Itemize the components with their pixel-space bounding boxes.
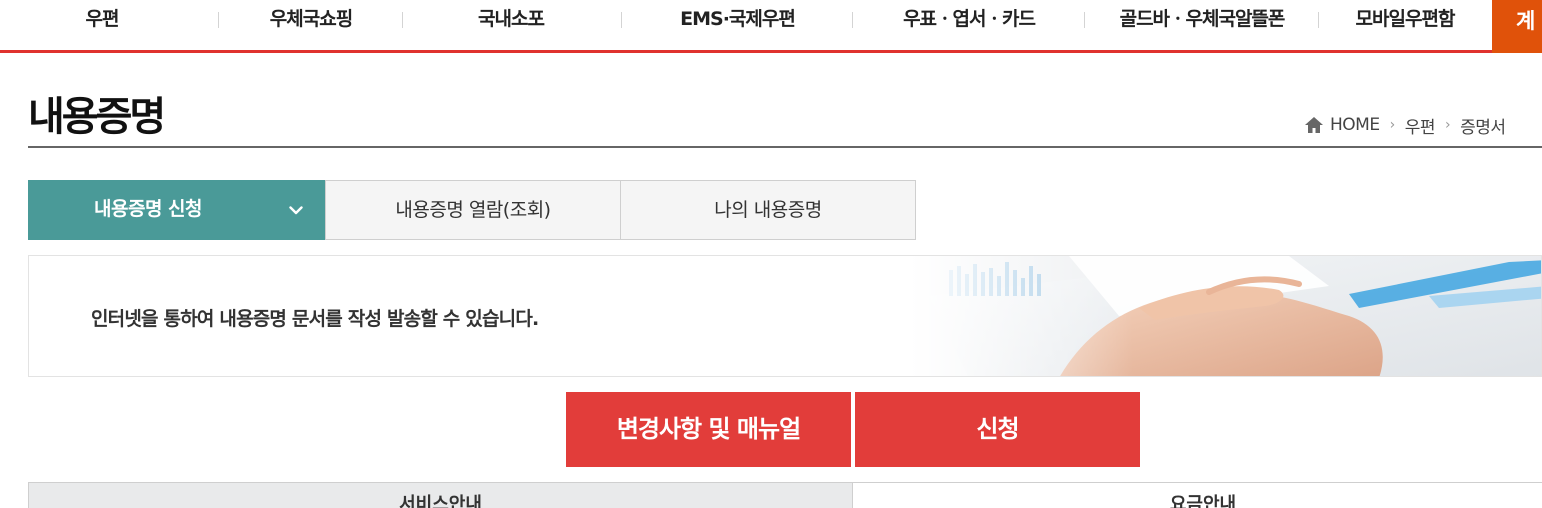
- page-title: 내용증명: [28, 94, 166, 140]
- nav-divider: [1084, 12, 1085, 28]
- nav-item-ems[interactable]: EMS·국제우편: [660, 0, 815, 38]
- chevron-right-icon: ›: [1444, 117, 1451, 133]
- tab-service-info[interactable]: 서비스안내: [28, 482, 853, 508]
- nav-more-button[interactable]: 계: [1492, 0, 1542, 53]
- chevron-right-icon: ›: [1389, 117, 1396, 133]
- nav-item-mobile-mailbox[interactable]: 모바일우편함: [1342, 0, 1468, 38]
- apply-button[interactable]: 신청: [855, 392, 1140, 467]
- breadcrumb-certificate[interactable]: 증명서: [1460, 113, 1506, 138]
- top-nav: 우편 우체국쇼핑 국내소포 EMS·국제우편 우표ㆍ엽서ㆍ카드 골드바ㆍ우체국알…: [0, 0, 1542, 53]
- breadcrumb: HOME › 우편 › 증명서: [1304, 113, 1506, 138]
- heading-divider: [28, 146, 1542, 148]
- tab-apply-label: 내용증명 신청: [94, 198, 203, 220]
- tab-fee-info[interactable]: 요금안내: [853, 482, 1542, 508]
- nav-divider: [852, 12, 853, 28]
- intro-text: 인터넷을 통하여 내용증명 문서를 작성 발송할 수 있습니다.: [91, 308, 539, 330]
- nav-item-shopping[interactable]: 우체국쇼핑: [250, 0, 372, 38]
- nav-divider: [218, 12, 219, 28]
- nav-item-domestic-parcel[interactable]: 국내소포: [455, 0, 567, 38]
- tab-view[interactable]: 내용증명 열람(조회): [325, 180, 621, 240]
- nav-divider: [402, 12, 403, 28]
- nav-item-post[interactable]: 우편: [62, 0, 142, 38]
- chevron-down-icon[interactable]: [286, 180, 306, 240]
- manual-button[interactable]: 변경사항 및 매뉴얼: [566, 392, 851, 467]
- tab-my-certificates[interactable]: 나의 내용증명: [620, 180, 916, 240]
- nav-item-goldbar[interactable]: 골드바ㆍ우체국알뜰폰: [1100, 0, 1304, 38]
- document-hands-image: [909, 256, 1541, 376]
- tab-apply[interactable]: 내용증명 신청: [28, 180, 325, 240]
- nav-divider: [1318, 12, 1319, 28]
- nav-divider: [621, 12, 622, 28]
- home-icon[interactable]: [1304, 116, 1324, 134]
- nav-item-stamps[interactable]: 우표ㆍ엽서ㆍ카드: [886, 0, 1052, 38]
- intro-banner: 인터넷을 통하여 내용증명 문서를 작성 발송할 수 있습니다.: [28, 255, 1542, 377]
- breadcrumb-post[interactable]: 우편: [1405, 113, 1436, 138]
- breadcrumb-home[interactable]: HOME: [1330, 115, 1380, 135]
